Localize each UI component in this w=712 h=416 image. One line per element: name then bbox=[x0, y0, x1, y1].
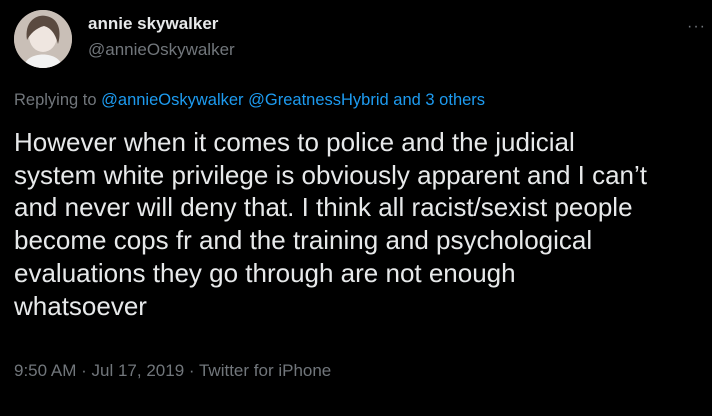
and-label: and bbox=[393, 91, 421, 109]
tweet-date[interactable]: Jul 17, 2019 bbox=[92, 361, 185, 380]
avatar[interactable] bbox=[14, 10, 72, 68]
tweet-metadata: 9:50 AM · Jul 17, 2019 · Twitter for iPh… bbox=[14, 361, 331, 381]
mention-link[interactable]: @annieOskywalker bbox=[101, 91, 243, 109]
author-handle[interactable]: @annieOskywalker bbox=[88, 40, 235, 60]
profile-photo-icon bbox=[14, 10, 72, 68]
tweet-text-line: and never will deny that. I think all ra… bbox=[14, 192, 633, 223]
tweet-text-line: become cops fr and the training and psyc… bbox=[14, 225, 593, 256]
tweet-time[interactable]: 9:50 AM bbox=[14, 361, 76, 380]
others-link[interactable]: 3 others bbox=[425, 91, 485, 109]
tweet-text-line: However when it comes to police and the … bbox=[14, 127, 575, 157]
reply-context: Replying to @annieOskywalker @GreatnessH… bbox=[14, 91, 485, 110]
meta-separator: · bbox=[188, 361, 195, 380]
tweet-source[interactable]: Twitter for iPhone bbox=[199, 361, 331, 380]
tweet-detail: annie skywalker @annieOskywalker ··· Rep… bbox=[0, 0, 712, 416]
tweet-text-line: system white privilege is obviously appa… bbox=[14, 159, 647, 190]
more-options-icon[interactable]: ··· bbox=[687, 18, 706, 36]
tweet-text-line: evaluations they go through are not enou… bbox=[14, 257, 516, 288]
mention-link[interactable]: @GreatnessHybrid bbox=[248, 91, 389, 109]
tweet-text: However when it comes to police and the … bbox=[14, 126, 712, 322]
tweet-text-line: whatsoever bbox=[14, 290, 147, 321]
replying-to-label: Replying to bbox=[14, 91, 97, 109]
meta-separator: · bbox=[81, 361, 87, 380]
author-display-name[interactable]: annie skywalker bbox=[88, 14, 218, 34]
